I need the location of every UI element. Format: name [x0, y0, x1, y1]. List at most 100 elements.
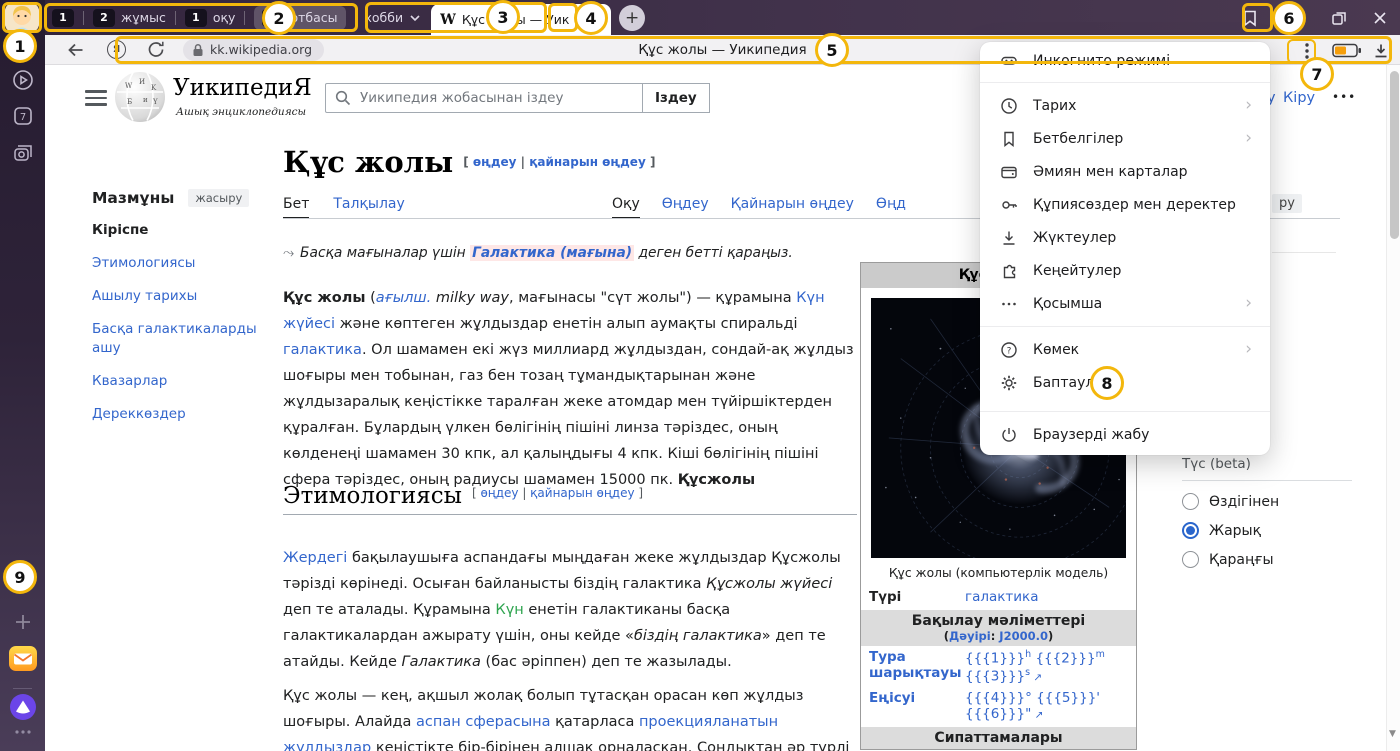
key-icon — [998, 195, 1020, 215]
tab-title: Құс жолы — Уик — [462, 12, 585, 27]
tab-group-collapsed[interactable]: 1 — [52, 9, 74, 27]
radio-dark[interactable]: Қараңғы — [1182, 551, 1352, 568]
address-bar-more-icon[interactable] — [1293, 40, 1321, 62]
tools-tab-fragment[interactable]: ру — [1272, 194, 1302, 213]
login-link[interactable]: Кіру — [1283, 90, 1315, 106]
back-icon[interactable] — [66, 40, 86, 60]
profile-avatar[interactable] — [5, 3, 39, 32]
yandex-mail-icon[interactable] — [0, 646, 45, 671]
redirect-arrow-icon: ⤳ — [283, 245, 294, 261]
toc-item-intro[interactable]: Кіріспе — [92, 221, 262, 240]
tab-group-work[interactable]: 2 жұмыс — [93, 9, 166, 27]
radio-circle[interactable] — [1182, 493, 1199, 510]
article-title: Құс жолы[ өңдеу | қайнарын өңдеу ] — [283, 145, 655, 179]
bookmarks-icon — [998, 129, 1020, 149]
tab-talk[interactable]: Талқылау — [333, 196, 404, 219]
menu-item-extensions[interactable]: Кеңейтулер — [980, 254, 1270, 287]
browser-menu-icon[interactable] — [1284, 8, 1306, 28]
menu-item-settings[interactable]: Баптаулар — [980, 366, 1270, 399]
tab-group-family[interactable]: 1 отбасы — [254, 6, 345, 30]
bookmarks-panel-icon[interactable] — [1240, 8, 1260, 28]
yandex-search-icon[interactable]: Я — [107, 40, 126, 59]
radio-circle[interactable] — [1182, 551, 1199, 568]
sidebar-divider — [13, 688, 32, 689]
tab-counter-icon[interactable]: 7 — [0, 104, 45, 128]
ellipsis-icon — [998, 294, 1020, 314]
infobox-caption: Құс жолы (компьютерлік модель) — [861, 566, 1136, 586]
tab-page[interactable]: Бет — [283, 196, 309, 219]
alice-assistant-icon[interactable] — [0, 694, 45, 720]
menu-item-downloads[interactable]: Жүктеулер — [980, 221, 1270, 254]
toc-item-references[interactable]: Дереккөздер — [92, 405, 262, 424]
radio-circle-selected[interactable] — [1182, 522, 1199, 539]
toc-item-discovery[interactable]: Ашылу тарихы — [92, 287, 262, 306]
tab-close-icon[interactable]: × — [591, 12, 602, 27]
close-window-icon[interactable] — [1372, 10, 1388, 26]
toc-hide-button[interactable]: жасыру — [188, 189, 249, 207]
edit-links[interactable]: [ өңдеу | қайнарын өңдеу ] — [463, 155, 655, 169]
add-panel-icon[interactable] — [0, 612, 45, 632]
new-tab-button[interactable]: + — [619, 5, 645, 31]
edit-links[interactable]: [ өңдеу | қайнарын өңдеу ] — [472, 486, 643, 500]
hatnote: ⤳Басқа мағыналар үшін Галактика (мағына)… — [283, 245, 793, 261]
radio-auto[interactable]: Өздігінен — [1182, 493, 1352, 510]
power-icon — [998, 425, 1020, 445]
svg-text:И: И — [139, 78, 145, 86]
table-of-contents: Мазмұны жасыру Кіріспе Этимологиясы Ашыл… — [92, 189, 262, 424]
restore-window-icon[interactable] — [1330, 9, 1348, 27]
reload-icon[interactable] — [147, 40, 166, 59]
svg-text:K: K — [151, 84, 157, 92]
menu-item-wallet[interactable]: Әмиян мен карталар — [980, 155, 1270, 188]
search-input[interactable] — [358, 89, 642, 107]
chevron-right-icon: › — [1245, 341, 1252, 358]
avatar-girl-illustration — [5, 3, 39, 32]
toc-item-other-galaxies[interactable]: Басқа галактикаларды ашу — [92, 320, 262, 358]
menu-item-help[interactable]: ? Көмек › — [980, 333, 1270, 366]
tab-group-hobby[interactable]: хобби — [365, 10, 422, 25]
tab-groups: 1 2 жұмыс 1 оқу 1 отбасы хобби — [52, 6, 421, 30]
wallet-icon — [998, 162, 1020, 182]
infobox-row-type: Түрі галактика — [861, 586, 1136, 608]
video-player-icon[interactable] — [0, 68, 45, 92]
tab-edit[interactable]: Өңдеу — [662, 196, 709, 219]
toc-item-quasars[interactable]: Квазарлар — [92, 372, 262, 391]
personal-more-icon[interactable]: ••• — [1332, 90, 1356, 104]
puzzle-icon — [998, 261, 1020, 281]
dec-link[interactable]: Еңісуі — [869, 690, 965, 722]
menu-item-history[interactable]: Тарих › — [980, 89, 1270, 122]
group-separator — [355, 11, 356, 25]
scrollbar-thumb[interactable] — [1390, 71, 1399, 239]
search-button[interactable]: Іздеу — [643, 83, 710, 113]
wiki-menu-icon[interactable] — [85, 90, 107, 110]
menu-item-more[interactable]: Қосымша › — [980, 287, 1270, 320]
browser-window: 7 — [0, 0, 1400, 751]
tab-read[interactable]: Оқу — [612, 196, 640, 219]
menu-divider — [980, 411, 1270, 412]
wikipedia-favicon: W — [440, 12, 456, 28]
sidebar-more-icon[interactable] — [0, 728, 45, 736]
downloads-toolbar-icon[interactable] — [1372, 42, 1390, 64]
group-separator — [244, 11, 245, 25]
wikipedia-wordmark[interactable]: УикипедиЯ — [173, 75, 312, 101]
url-field[interactable]: kk.wikipedia.org — [183, 39, 324, 61]
tab-group-study[interactable]: 1 оқу — [185, 9, 236, 27]
menu-item-close-browser[interactable]: Браузерді жабу — [980, 418, 1270, 451]
battery-icon[interactable] — [1332, 43, 1362, 62]
screenshot-icon[interactable] — [0, 140, 45, 164]
galaxy-link[interactable]: галактика — [965, 589, 1128, 605]
menu-item-passwords[interactable]: Құпиясөздер мен деректер — [980, 188, 1270, 221]
ra-link[interactable]: Тура шарықтауы — [869, 649, 965, 684]
help-icon: ? — [998, 340, 1020, 360]
wikipedia-globe-logo[interactable]: WИK БиY — [113, 70, 167, 128]
menu-item-incognito[interactable]: Инкогнито режимі — [980, 46, 1270, 76]
tab-edit-source[interactable]: Қайнарын өңдеу — [731, 196, 854, 219]
scrollbar-down-arrow[interactable]: ▼ — [1389, 729, 1396, 739]
history-icon — [998, 96, 1020, 116]
toc-item-etymology[interactable]: Этимологиясы — [92, 254, 262, 273]
url-text: kk.wikipedia.org — [210, 42, 312, 57]
tab-history-fragment[interactable]: Өңд — [876, 196, 906, 219]
browser-tab-active[interactable]: W Құс жолы — Уик × — [431, 4, 611, 35]
radio-light[interactable]: Жарық — [1182, 522, 1352, 539]
menu-item-bookmarks[interactable]: Бетбелгілер › — [980, 122, 1270, 155]
page-scrollbar[interactable]: ▼ — [1386, 65, 1400, 751]
